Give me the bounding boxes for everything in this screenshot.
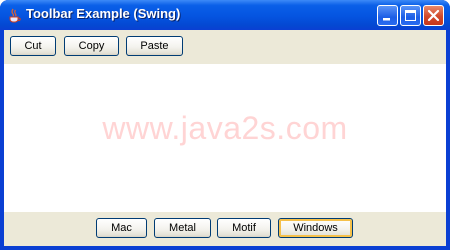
title-bar[interactable]: Toolbar Example (Swing) (0, 0, 450, 30)
close-icon (427, 9, 440, 22)
java-cup-icon (9, 8, 21, 23)
cut-button[interactable]: Cut (10, 36, 56, 56)
maximize-button[interactable] (400, 5, 421, 26)
window-border-bottom (0, 246, 450, 250)
paste-button[interactable]: Paste (126, 36, 183, 56)
content-panel: www.java2s.com (4, 64, 446, 212)
window-client-area: Cut Copy Paste www.java2s.com Mac Metal … (4, 30, 446, 246)
app-window: Toolbar Example (Swing) Cut Copy Paste w… (0, 0, 450, 250)
metal-button[interactable]: Metal (154, 218, 211, 238)
watermark-text: www.java2s.com (102, 110, 348, 146)
maximize-icon (405, 10, 416, 21)
windows-button[interactable]: Windows (278, 218, 353, 238)
minimize-button[interactable] (377, 5, 398, 26)
edit-toolbar: Cut Copy Paste (4, 30, 446, 64)
close-button[interactable] (423, 5, 444, 26)
minimize-icon (383, 18, 390, 21)
window-title: Toolbar Example (Swing) (26, 6, 181, 21)
copy-button[interactable]: Copy (64, 36, 119, 56)
mac-button[interactable]: Mac (96, 218, 147, 238)
motif-button[interactable]: Motif (217, 218, 271, 238)
look-and-feel-toolbar: Mac Metal Motif Windows (4, 212, 446, 246)
